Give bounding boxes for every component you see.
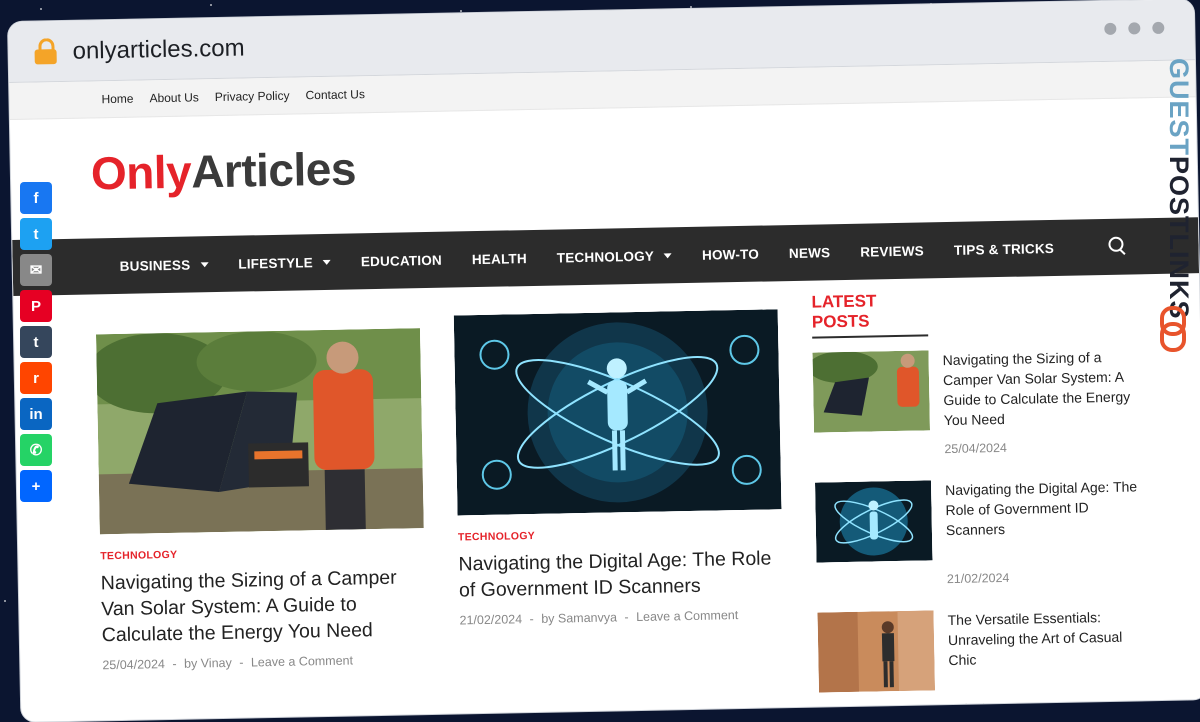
- email-share-button[interactable]: ✉: [20, 254, 52, 286]
- sidebar-post-date: 31/08/2023: [949, 700, 1013, 717]
- sidebar-thumbnail-solar[interactable]: [812, 350, 931, 433]
- browser-window: onlyarticles.com Home About Us Privacy P…: [8, 0, 1200, 722]
- sidebar-post-date: 21/02/2024: [946, 570, 1010, 587]
- site-header: OnlyArticles: [10, 97, 1198, 240]
- facebook-share-button[interactable]: f: [20, 182, 52, 214]
- latest-posts-sidebar: LATEST POSTS Navigating the Sizing of a …: [811, 286, 1159, 722]
- nav-business[interactable]: BUSINESS: [104, 236, 224, 294]
- sidebar-post-title[interactable]: Navigating the Sizing of a Camper Van So…: [942, 346, 1139, 430]
- twitter-icon: t: [33, 225, 39, 243]
- search-icon[interactable]: [1108, 236, 1128, 257]
- toplink-home[interactable]: Home: [101, 92, 133, 107]
- tumblr-share-button[interactable]: t: [20, 326, 52, 358]
- logo-part-articles: Articles: [190, 142, 357, 198]
- pinterest-icon: P: [30, 297, 41, 315]
- post-category[interactable]: TECHNOLOGY: [458, 525, 782, 543]
- post-author[interactable]: by Samanvya: [541, 610, 617, 625]
- url-bar[interactable]: onlyarticles.com: [72, 34, 245, 65]
- window-dot[interactable]: [1128, 22, 1141, 35]
- brand-text: GUESTPOSTLINKS: [1164, 58, 1194, 320]
- sidebar-thumbnail-casual-chic[interactable]: [817, 610, 936, 693]
- window-dot[interactable]: [1104, 22, 1117, 35]
- reddit-share-button[interactable]: r: [20, 362, 52, 394]
- post-thumbnail-solar[interactable]: [96, 328, 424, 535]
- post-date: 25/04/2024: [102, 657, 166, 673]
- nav-news[interactable]: NEWS: [773, 224, 845, 281]
- post-card: TECHNOLOGY Navigating the Digital Age: T…: [453, 309, 784, 628]
- caret-down-icon: [200, 261, 209, 267]
- nav-health[interactable]: HEALTH: [456, 230, 542, 288]
- share-plus-icon: +: [31, 477, 41, 495]
- guestpostlinks-watermark: GUESTPOSTLINKS: [1154, 58, 1194, 358]
- post-category[interactable]: TECHNOLOGY: [100, 544, 424, 562]
- sidebar-post: Navigating the Digital Age: The Role of …: [814, 476, 1157, 599]
- nav-tips-tricks[interactable]: TIPS & TRICKS: [938, 220, 1069, 278]
- nav-education[interactable]: EDUCATION: [345, 231, 457, 289]
- chain-link-icon: [1158, 306, 1186, 352]
- social-share-bar: f t ✉ P t r in ✆ +: [20, 182, 52, 502]
- sidebar-post-title[interactable]: Navigating the Digital Age: The Role of …: [945, 476, 1142, 540]
- sidebar-thumbnail-id-scanner[interactable]: [814, 480, 933, 563]
- nav-technology[interactable]: TECHNOLOGY: [541, 227, 687, 286]
- whatsapp-share-button[interactable]: ✆: [20, 434, 52, 466]
- twitter-share-button[interactable]: t: [20, 218, 52, 250]
- toplink-contact[interactable]: Contact Us: [305, 87, 365, 102]
- sidebar-post-title[interactable]: The Versatile Essentials: Unraveling the…: [947, 606, 1144, 670]
- share-more-button[interactable]: +: [20, 470, 52, 502]
- post-author[interactable]: by Vinay: [184, 656, 232, 671]
- linkedin-icon: in: [29, 405, 43, 423]
- post-meta: 25/04/2024 - by Vinay - Leave a Comment: [102, 653, 354, 673]
- website: Home About Us Privacy Policy Contact Us …: [9, 60, 1200, 716]
- post-comment-link[interactable]: Leave a Comment: [636, 608, 738, 624]
- lock-icon: [34, 38, 57, 65]
- sidebar-post-date: 25/04/2024: [944, 440, 1008, 457]
- sidebar-post: The Versatile Essentials: Unraveling the…: [817, 606, 1159, 722]
- window-controls: [1104, 21, 1165, 35]
- window-dot[interactable]: [1152, 21, 1165, 35]
- site-logo[interactable]: OnlyArticles: [90, 141, 356, 200]
- tumblr-icon: t: [33, 333, 39, 351]
- email-icon: ✉: [29, 262, 43, 279]
- linkedin-share-button[interactable]: in: [20, 398, 52, 430]
- facebook-icon: f: [33, 189, 39, 207]
- reddit-icon: r: [33, 369, 39, 387]
- main-content: TECHNOLOGY Navigating the Sizing of a Ca…: [13, 273, 1200, 716]
- post-meta: 21/02/2024 - by Samanvya - Leave a Comme…: [459, 608, 739, 628]
- nav-lifestyle[interactable]: LIFESTYLE: [223, 234, 347, 292]
- sidebar-post: Navigating the Sizing of a Camper Van So…: [812, 346, 1154, 469]
- toplink-privacy[interactable]: Privacy Policy: [215, 89, 290, 104]
- toplink-about[interactable]: About Us: [149, 90, 199, 105]
- post-comment-link[interactable]: Leave a Comment: [251, 653, 353, 669]
- sidebar-heading: LATEST POSTS: [811, 290, 929, 339]
- post-thumbnail-id-scanner[interactable]: [453, 309, 782, 516]
- post-date: 21/02/2024: [459, 612, 523, 628]
- pinterest-share-button[interactable]: P: [20, 290, 52, 322]
- caret-down-icon: [664, 252, 673, 258]
- post-title[interactable]: Navigating the Digital Age: The Role of …: [458, 545, 783, 603]
- nav-reviews[interactable]: REVIEWS: [845, 222, 940, 280]
- caret-down-icon: [322, 259, 331, 265]
- whatsapp-icon: ✆: [29, 442, 43, 459]
- nav-how-to[interactable]: HOW-TO: [687, 225, 775, 283]
- logo-part-only: Only: [90, 145, 192, 200]
- post-title[interactable]: Navigating the Sizing of a Camper Van So…: [101, 564, 426, 648]
- post-card: TECHNOLOGY Navigating the Sizing of a Ca…: [96, 328, 426, 672]
